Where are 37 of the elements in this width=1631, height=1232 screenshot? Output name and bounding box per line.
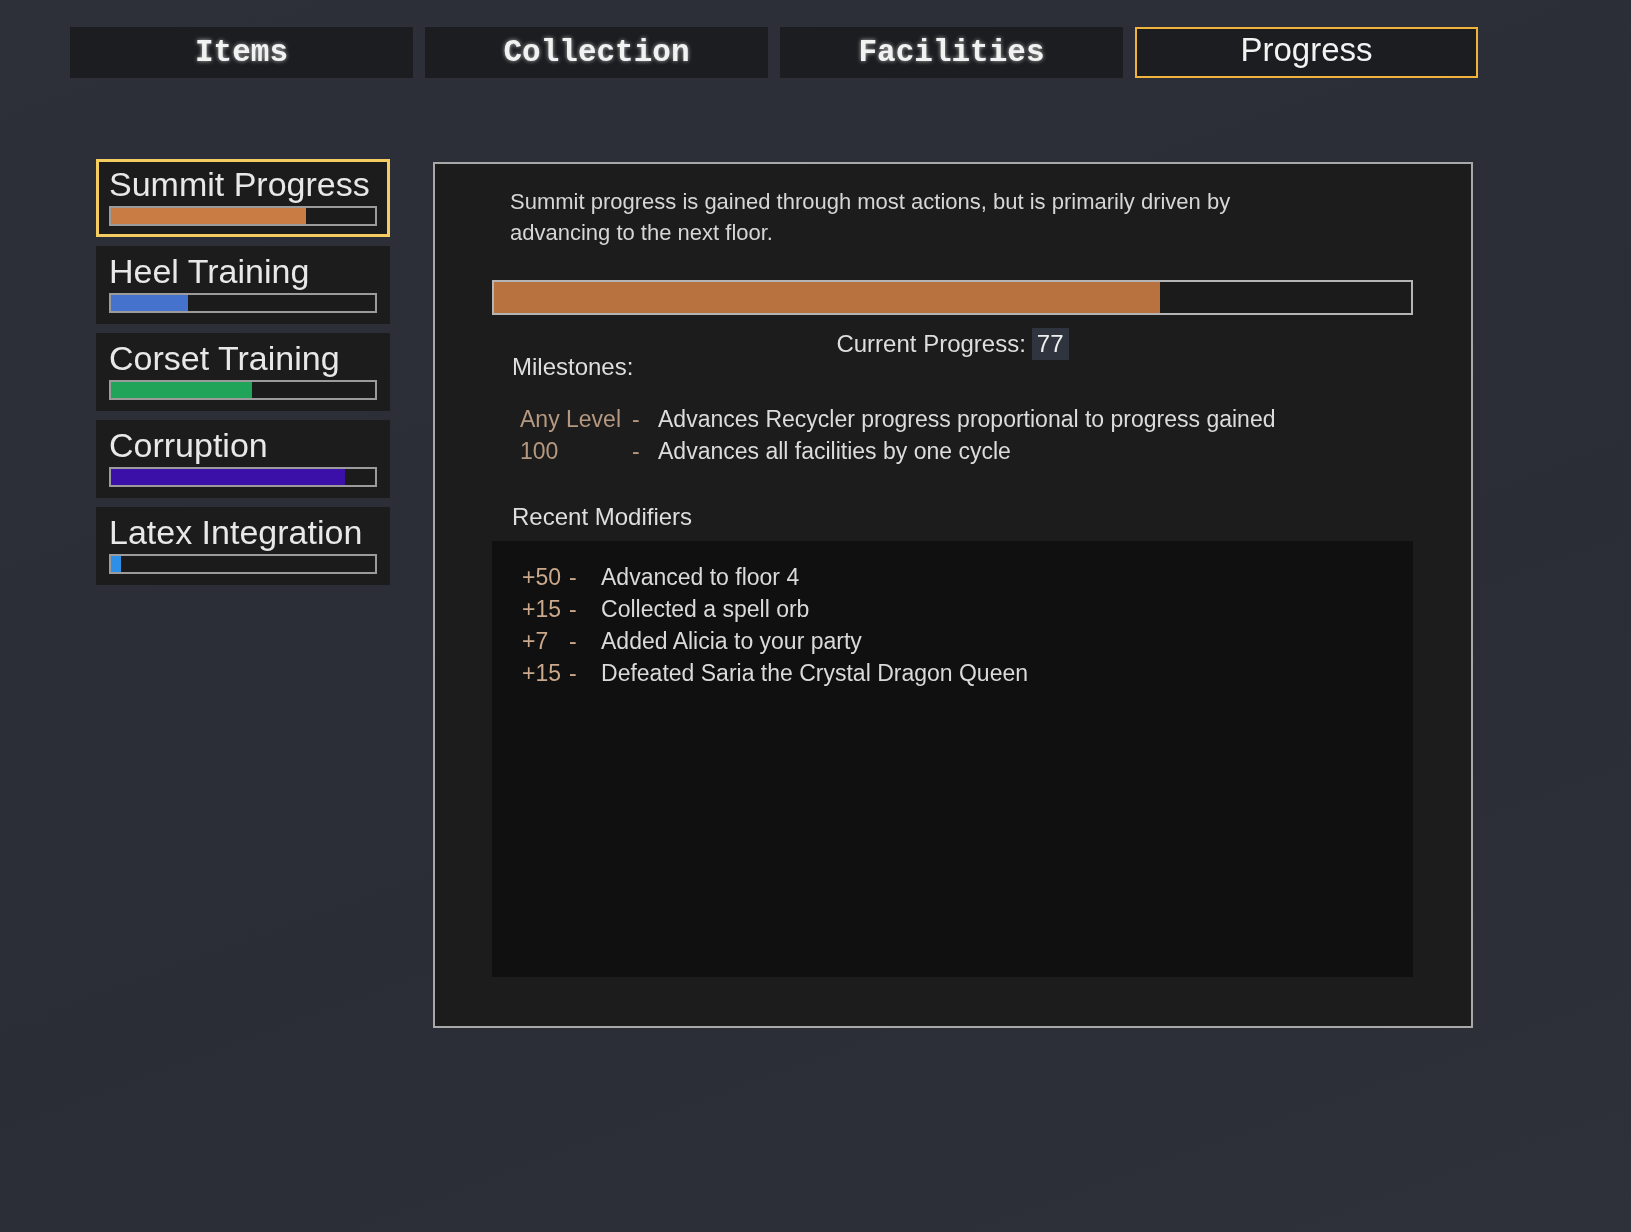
modifier-separator: - xyxy=(569,627,578,656)
modifier-separator: - xyxy=(569,659,578,688)
modifier-amount: +7 xyxy=(522,627,550,656)
sidebar-item[interactable]: Corset Training xyxy=(96,333,390,411)
milestone-level: Any Level xyxy=(520,405,622,434)
tab[interactable]: Items xyxy=(70,27,413,78)
description-text: Summit progress is gained through most actions, but is primarily driven by advancing to the next floor. xyxy=(510,188,1232,247)
modifiers-heading: Recent Modifiers xyxy=(512,503,694,531)
modifier-amount: +15 xyxy=(522,595,561,624)
sidebar-item-label: Summit Progress xyxy=(109,164,371,204)
tab[interactable]: Collection xyxy=(425,27,768,78)
sidebar-item-label: Latex Integration xyxy=(109,512,364,552)
milestone-separator: - xyxy=(632,437,641,466)
current-progress-label: Current Progress: xyxy=(836,330,1026,358)
tab[interactable]: Progress xyxy=(1135,27,1478,78)
modifier-separator: - xyxy=(569,563,578,592)
sidebar-item[interactable]: Latex Integration xyxy=(96,507,390,585)
milestone-effect: Advances all facilities by one cycle xyxy=(658,437,1012,466)
sidebar-item-label: Corset Training xyxy=(109,338,341,378)
milestone-separator: - xyxy=(632,405,641,434)
current-progress-value: 77 xyxy=(1031,328,1069,360)
modifier-text: Defeated Saria the Crystal Dragon Queen xyxy=(601,659,1030,688)
modifier-text: Added Alicia to your party xyxy=(601,627,863,656)
modifier-separator: - xyxy=(569,595,578,624)
sidebar-item-label: Corruption xyxy=(109,425,269,465)
modifier-amount: +50 xyxy=(522,563,561,592)
sidebar-item[interactable]: Heel Training xyxy=(96,246,390,324)
milestones-heading: Milestones: xyxy=(512,353,635,381)
milestone-level: 100 xyxy=(520,437,560,466)
tab[interactable]: Facilities xyxy=(780,27,1123,78)
modifier-amount: +15 xyxy=(522,659,561,688)
sidebar-item-label: Heel Training xyxy=(109,251,311,291)
sidebar-item[interactable]: Summit Progress xyxy=(96,159,390,237)
sidebar-item[interactable]: Corruption xyxy=(96,420,390,498)
milestone-effect: Advances Recycler progress proportional to progress gained xyxy=(658,405,1277,434)
modifier-text: Advanced to floor 4 xyxy=(601,563,801,592)
modifier-text: Collected a spell orb xyxy=(601,595,811,624)
